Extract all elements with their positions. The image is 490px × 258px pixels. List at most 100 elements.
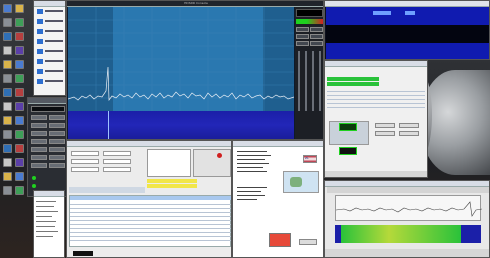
callsign-input[interactable] bbox=[71, 151, 99, 156]
map-icon[interactable] bbox=[15, 186, 24, 195]
bandscope-upper-waterfall[interactable] bbox=[326, 7, 489, 25]
band-input[interactable] bbox=[71, 167, 99, 172]
control-button[interactable] bbox=[31, 131, 47, 136]
logger-titlebar[interactable] bbox=[325, 61, 427, 67]
radio-icon[interactable] bbox=[15, 172, 24, 181]
squelch-slider[interactable] bbox=[312, 51, 314, 111]
waveform-icon[interactable] bbox=[15, 46, 24, 55]
band-list-item[interactable] bbox=[37, 49, 43, 54]
settings-icon[interactable] bbox=[3, 18, 12, 27]
sdr-mode-button[interactable] bbox=[296, 41, 309, 46]
waveform-icon[interactable] bbox=[15, 102, 24, 111]
table-row[interactable] bbox=[327, 99, 425, 100]
radio-icon[interactable] bbox=[15, 60, 24, 69]
agc-slider[interactable] bbox=[298, 51, 300, 111]
qth-input[interactable] bbox=[71, 159, 99, 164]
control-button[interactable] bbox=[49, 115, 65, 120]
table-row[interactable] bbox=[70, 224, 231, 225]
band-list-item[interactable] bbox=[37, 19, 43, 24]
control-button[interactable] bbox=[31, 115, 47, 120]
control-button[interactable] bbox=[31, 147, 47, 152]
logger-button[interactable] bbox=[399, 131, 419, 136]
table-row[interactable] bbox=[327, 103, 425, 104]
control-button[interactable] bbox=[49, 147, 65, 152]
macro-list-titlebar[interactable] bbox=[34, 191, 64, 197]
globe-icon[interactable] bbox=[3, 32, 12, 41]
volume-slider[interactable] bbox=[305, 51, 307, 111]
control-button[interactable] bbox=[31, 155, 47, 160]
table-row[interactable] bbox=[327, 95, 425, 96]
waveform-icon[interactable] bbox=[15, 158, 24, 167]
sdr-mode-button[interactable] bbox=[296, 27, 309, 32]
radio-control-titlebar[interactable] bbox=[28, 98, 66, 104]
list-item[interactable] bbox=[36, 211, 58, 212]
folder-icon[interactable] bbox=[15, 4, 24, 13]
table-row[interactable] bbox=[70, 216, 231, 217]
table-row[interactable] bbox=[70, 208, 231, 209]
logger-button[interactable] bbox=[375, 131, 395, 136]
callsign-lookup-titlebar[interactable] bbox=[233, 141, 323, 147]
control-button[interactable] bbox=[31, 163, 47, 168]
control-button[interactable] bbox=[49, 139, 65, 144]
table-row[interactable] bbox=[70, 228, 231, 229]
map-icon[interactable] bbox=[15, 130, 24, 139]
table-row[interactable] bbox=[327, 107, 425, 108]
spot-highlight-row[interactable] bbox=[147, 179, 197, 183]
clock-icon[interactable] bbox=[3, 46, 12, 55]
list-item[interactable] bbox=[36, 236, 53, 237]
control-button[interactable] bbox=[49, 131, 65, 136]
audio-waterfall[interactable] bbox=[335, 225, 481, 243]
logger-button[interactable] bbox=[375, 123, 395, 128]
table-row[interactable] bbox=[70, 232, 231, 233]
settings-icon[interactable] bbox=[3, 130, 12, 139]
sdr-mode-button[interactable] bbox=[310, 34, 323, 39]
table-row[interactable] bbox=[70, 212, 231, 213]
name-input[interactable] bbox=[103, 151, 131, 156]
table-row[interactable] bbox=[327, 91, 425, 92]
spectrum-display[interactable] bbox=[68, 7, 294, 111]
table-row[interactable] bbox=[70, 240, 231, 241]
band-list-item[interactable] bbox=[37, 59, 43, 64]
qso-highlight-row[interactable] bbox=[327, 77, 379, 81]
list-item[interactable] bbox=[36, 221, 56, 222]
list-item[interactable] bbox=[36, 201, 56, 202]
list-item[interactable] bbox=[36, 206, 54, 207]
log-entry-titlebar[interactable] bbox=[67, 141, 231, 147]
settings-icon[interactable] bbox=[3, 74, 12, 83]
spot-highlight-row[interactable] bbox=[147, 184, 197, 188]
radio-icon[interactable] bbox=[3, 4, 12, 13]
control-button[interactable] bbox=[31, 139, 47, 144]
band-list-item[interactable] bbox=[37, 9, 43, 14]
sdr-mode-button[interactable] bbox=[296, 34, 309, 39]
map-icon[interactable] bbox=[15, 74, 24, 83]
table-row[interactable] bbox=[70, 204, 231, 205]
band-list-item[interactable] bbox=[37, 39, 43, 44]
folder-icon[interactable] bbox=[3, 116, 12, 125]
band-list-item[interactable] bbox=[37, 69, 43, 74]
band-list-item[interactable] bbox=[37, 29, 43, 34]
radio-icon[interactable] bbox=[15, 116, 24, 125]
control-button[interactable] bbox=[31, 123, 47, 128]
volume-icon[interactable] bbox=[15, 88, 24, 97]
record-indicator[interactable] bbox=[217, 153, 222, 158]
logger-button[interactable] bbox=[399, 123, 419, 128]
mode-input[interactable] bbox=[103, 167, 131, 172]
qso-highlight-row[interactable] bbox=[327, 82, 379, 86]
list-item[interactable] bbox=[36, 231, 58, 232]
volume-icon[interactable] bbox=[15, 32, 24, 41]
bandscope-lower-waterfall[interactable] bbox=[326, 43, 489, 59]
sdr-mode-button[interactable] bbox=[310, 41, 323, 46]
band-list-titlebar[interactable] bbox=[34, 1, 65, 7]
clock-icon[interactable] bbox=[3, 158, 12, 167]
settings-icon[interactable] bbox=[3, 186, 12, 195]
lookup-ok-button[interactable] bbox=[299, 239, 317, 245]
clock-icon[interactable] bbox=[3, 102, 12, 111]
globe-icon[interactable] bbox=[3, 144, 12, 153]
table-row[interactable] bbox=[70, 220, 231, 221]
list-item[interactable] bbox=[36, 226, 55, 227]
world-map-thumbnail[interactable] bbox=[283, 171, 319, 193]
waterfall-display[interactable] bbox=[68, 111, 294, 139]
control-button[interactable] bbox=[49, 155, 65, 160]
folder-icon[interactable] bbox=[3, 60, 12, 69]
sdr-mode-button[interactable] bbox=[310, 27, 323, 32]
